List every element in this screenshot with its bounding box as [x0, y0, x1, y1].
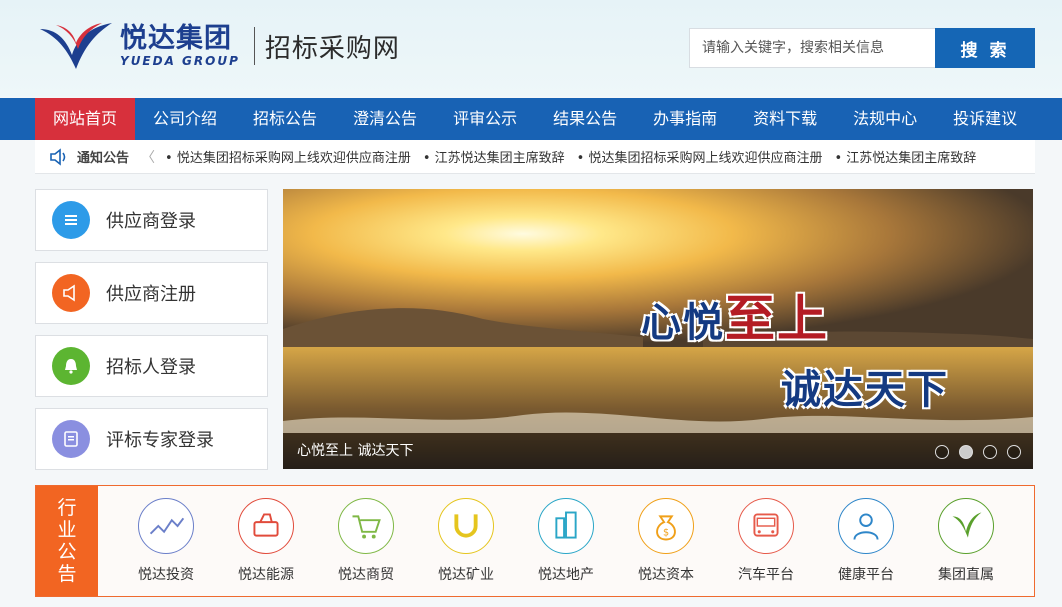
nav-item-6[interactable]: 办事指南	[635, 98, 735, 140]
main-nav: 网站首页 公司介绍 招标公告 澄清公告 评审公示 结果公告 办事指南 资料下载 法规中心 投诉建议	[0, 98, 1062, 140]
industry-item-label: 悦达资本	[638, 567, 694, 583]
industry-item-1[interactable]: 悦达能源	[216, 498, 316, 584]
bus-icon	[738, 498, 794, 554]
sidebar-button-label: 供应商注册	[106, 284, 196, 305]
logo-english-name: YUEDA GROUP	[120, 54, 240, 68]
money-bag-icon: $	[638, 498, 694, 554]
industry-item-6[interactable]: 汽车平台	[716, 498, 816, 584]
doctor-icon	[838, 498, 894, 554]
industry-item-label: 悦达能源	[238, 567, 294, 583]
company-logo[interactable]: 悦达集团 YUEDA GROUP 招标采购网	[38, 20, 400, 72]
banner-slogan-big: 至上	[725, 290, 829, 348]
industry-item-8[interactable]: 集团直属	[916, 498, 1016, 584]
notice-item-0[interactable]: • 悦达集团招标采购网上线欢迎供应商注册	[165, 147, 411, 166]
yueda-logo-icon	[40, 23, 112, 69]
sidebar-button-label: 供应商登录	[106, 211, 196, 232]
industry-item-0[interactable]: 悦达投资	[116, 498, 216, 584]
nav-item-9[interactable]: 投诉建议	[935, 98, 1035, 140]
industry-item-label: 悦达投资	[138, 567, 194, 583]
search-box: 搜 索	[689, 28, 1035, 68]
bell-icon	[52, 347, 90, 385]
document-icon	[52, 420, 90, 458]
sidebar-button-label: 招标人登录	[106, 357, 196, 378]
industry-label-char: 业	[57, 519, 77, 541]
industry-item-4[interactable]: 悦达地产	[516, 498, 616, 584]
notice-label: 通知公告	[77, 151, 130, 166]
sidebar-button-label: 评标专家登录	[106, 430, 214, 451]
chart-icon	[138, 498, 194, 554]
magnet-icon	[438, 498, 494, 554]
nav-item-4[interactable]: 评审公示	[435, 98, 535, 140]
notice-bar: 通知公告 〈 • 悦达集团招标采购网上线欢迎供应商注册 • 江苏悦达集团主席致辞 •…	[35, 140, 1035, 174]
login-sidebar: 供应商登录供应商注册招标人登录评标专家登录	[35, 189, 268, 481]
building-icon	[538, 498, 594, 554]
sidebar-button-0[interactable]: 供应商登录	[35, 189, 268, 251]
nav-item-3[interactable]: 澄清公告	[335, 98, 435, 140]
banner-caption: 心悦至上 诚达天下	[283, 433, 1033, 469]
search-button[interactable]: 搜 索	[935, 28, 1035, 68]
nav-item-5[interactable]: 结果公告	[535, 98, 635, 140]
industry-item-2[interactable]: 悦达商贸	[316, 498, 416, 584]
industry-item-label: 汽车平台	[738, 567, 794, 583]
nav-item-8[interactable]: 法规中心	[835, 98, 935, 140]
industry-item-5[interactable]: $ 悦达资本	[616, 498, 716, 584]
sidebar-button-3[interactable]: 评标专家登录	[35, 408, 268, 470]
industry-item-7[interactable]: 健康平台	[816, 498, 916, 584]
nav-item-1[interactable]: 公司介绍	[135, 98, 235, 140]
site-name: 招标采购网	[264, 33, 400, 64]
nav-item-2[interactable]: 招标公告	[235, 98, 335, 140]
industry-label-char: 告	[57, 563, 77, 585]
industry-item-3[interactable]: 悦达矿业	[416, 498, 516, 584]
industry-announcements: 行业公告 悦达投资 悦达能源 悦达商贸 悦达矿业 悦达地产 $ 悦达资本 汽车平台 健康平台 集团…	[35, 485, 1035, 597]
megaphone-icon	[52, 274, 90, 312]
carousel-dot-2[interactable]	[959, 445, 973, 459]
notice-item-2[interactable]: • 悦达集团招标采购网上线欢迎供应商注册	[577, 147, 823, 166]
notice-item-1[interactable]: • 江苏悦达集团主席致辞	[423, 147, 565, 166]
speaker-icon	[50, 147, 66, 166]
industry-item-label: 悦达矿业	[438, 567, 494, 583]
carousel-dot-4[interactable]	[1007, 445, 1021, 459]
sidebar-button-1[interactable]: 供应商注册	[35, 262, 268, 324]
sidebar-button-2[interactable]: 招标人登录	[35, 335, 268, 397]
industry-label-char: 行	[57, 497, 77, 519]
notice-separator-icon: 〈	[141, 149, 156, 166]
energy-icon	[238, 498, 294, 554]
nav-item-7[interactable]: 资料下载	[735, 98, 835, 140]
leaf-logo-icon	[938, 498, 994, 554]
site-header: 悦达集团 YUEDA GROUP 招标采购网 搜 索	[0, 0, 1062, 98]
notice-item-3[interactable]: • 江苏悦达集团主席致辞	[834, 147, 976, 166]
logo-divider	[253, 27, 255, 65]
industry-item-label: 集团直属	[938, 567, 994, 583]
industry-label: 行业公告	[36, 486, 98, 596]
svg-text:$: $	[663, 528, 669, 539]
search-input[interactable]	[689, 28, 935, 68]
industry-item-label: 健康平台	[838, 567, 894, 583]
list-icon	[52, 201, 90, 239]
banner-slogan-small: 心悦	[641, 300, 725, 346]
industry-label-char: 公	[57, 541, 77, 563]
carousel-dots	[925, 445, 1021, 459]
industry-item-label: 悦达商贸	[338, 567, 394, 583]
cart-icon	[338, 498, 394, 554]
banner-slogan-line2: 诚达天下	[781, 367, 949, 413]
nav-item-0[interactable]: 网站首页	[35, 98, 136, 140]
industry-item-label: 悦达地产	[538, 567, 594, 583]
carousel-dot-1[interactable]	[935, 445, 949, 459]
carousel-dot-3[interactable]	[983, 445, 997, 459]
hero-banner[interactable]: 心悦至上 诚达天下 心悦至上 诚达天下	[283, 189, 1033, 469]
logo-chinese-name: 悦达集团	[120, 23, 232, 54]
